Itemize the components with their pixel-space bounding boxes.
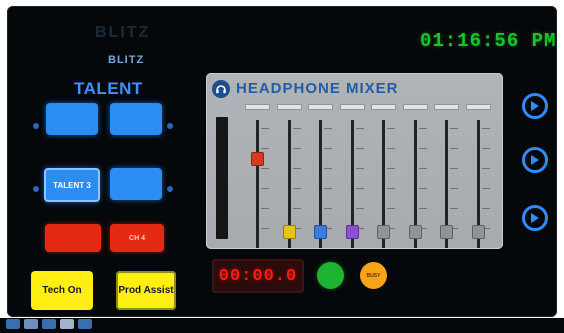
talent-1-button[interactable]: [46, 103, 98, 135]
taskbar-icon: [6, 319, 20, 329]
fader-tick: [261, 168, 269, 169]
timer-counter: 00:00.0: [212, 259, 304, 293]
channel-label-plate: [276, 104, 302, 110]
fader-tick: [387, 148, 395, 149]
fader-tick: [261, 128, 269, 129]
fader-knob[interactable]: [471, 224, 485, 239]
fader-tick: [418, 188, 427, 189]
fader-tick: [324, 188, 332, 189]
channel-label-plate: [339, 104, 365, 110]
channel-label-plate: [402, 104, 428, 110]
ch4-button[interactable]: CH 4: [110, 224, 164, 252]
fader-tick: [450, 128, 458, 129]
talent-3-label: TALENT 3: [53, 180, 91, 190]
status-led: [33, 186, 39, 192]
fader-knob[interactable]: [314, 224, 327, 239]
prod-assist-label: Prod Assist: [118, 285, 174, 296]
fader-tick: [355, 168, 364, 169]
fader-tick: [481, 188, 490, 189]
play-icon: [531, 155, 539, 165]
prod-assist-button[interactable]: Prod Assist: [116, 271, 176, 310]
clock-display: 01:16:56 PM: [420, 30, 557, 52]
taskbar-icon: [60, 319, 74, 329]
fader-track: [256, 120, 259, 248]
fader-tick: [387, 188, 395, 189]
app-frame: BLITZ BLITZ 01:16:56 PM TALENT TALENT 3 …: [0, 0, 564, 333]
busy-label: BUSY: [366, 272, 381, 279]
fader-knob[interactable]: [345, 224, 359, 239]
brand-name: BLITZ: [108, 54, 145, 66]
fader-tick: [261, 148, 269, 149]
fader-knob[interactable]: [251, 151, 264, 166]
fader-tick: [481, 168, 490, 169]
talent-2-button[interactable]: [110, 103, 162, 135]
fader-tick: [481, 208, 490, 209]
fader-tick: [418, 148, 427, 149]
fader-tick: [481, 128, 490, 129]
fader-tick: [450, 148, 458, 149]
fader-tick: [292, 208, 301, 209]
fader-tick: [261, 228, 269, 229]
channel-label-plate: [245, 104, 270, 110]
fader-tick: [324, 128, 332, 129]
taskbar-icon: [78, 319, 92, 329]
green-status-button[interactable]: [317, 262, 344, 289]
fader-tick: [450, 208, 458, 209]
red-channel-button[interactable]: [45, 224, 101, 252]
fader-tick: [355, 128, 364, 129]
fader-tick: [324, 148, 332, 149]
fader-tick: [292, 128, 301, 129]
talent-3-button[interactable]: TALENT 3: [44, 168, 100, 202]
channel-label-plate: [434, 104, 459, 110]
talent-4-button[interactable]: [110, 168, 162, 200]
fader-tick: [292, 168, 301, 169]
fader-tick: [355, 208, 364, 209]
channel-label-plate: [308, 104, 333, 110]
talent-section-label: TALENT: [74, 79, 143, 98]
fader-tick: [418, 208, 427, 209]
master-level-meter: [216, 117, 228, 239]
play-button-1[interactable]: [522, 93, 548, 119]
fader-tick: [292, 188, 301, 189]
status-led: [167, 186, 173, 192]
fader-tick: [355, 148, 364, 149]
fader-tick: [387, 128, 395, 129]
taskbar-icons: [6, 319, 92, 331]
fader-tick: [261, 208, 269, 209]
fader-tick: [450, 168, 458, 169]
fader-knob[interactable]: [282, 224, 296, 239]
ch4-label: CH 4: [129, 234, 145, 242]
play-icon: [531, 213, 539, 223]
channel-label-plate: [465, 104, 491, 110]
play-button-3[interactable]: [522, 205, 548, 231]
channel-label-plate: [371, 104, 396, 110]
fader-knob[interactable]: [440, 224, 453, 239]
busy-button[interactable]: BUSY: [360, 262, 387, 289]
fader-tick: [450, 188, 458, 189]
fader-tick: [387, 168, 395, 169]
fader-knob[interactable]: [377, 224, 390, 239]
play-icon: [531, 101, 539, 111]
fader-tick: [387, 208, 395, 209]
fader-tick: [481, 148, 490, 149]
fader-tick: [418, 128, 427, 129]
status-led: [33, 123, 39, 129]
tech-on-button[interactable]: Tech On: [31, 271, 93, 310]
headphone-icon: [212, 80, 230, 98]
fader-knob[interactable]: [408, 224, 422, 239]
fader-tick: [324, 208, 332, 209]
brand-shadow-text: BLITZ: [95, 24, 151, 41]
status-led: [167, 123, 173, 129]
tech-on-label: Tech On: [42, 285, 82, 296]
fader-tick: [292, 148, 301, 149]
play-button-2[interactable]: [522, 147, 548, 173]
mixer-title: HEADPHONE MIXER: [236, 80, 399, 97]
fader-tick: [324, 168, 332, 169]
taskbar-icon: [42, 319, 56, 329]
fader-tick: [355, 188, 364, 189]
fader-tick: [261, 188, 269, 189]
fader-tick: [418, 168, 427, 169]
taskbar-icon: [24, 319, 38, 329]
